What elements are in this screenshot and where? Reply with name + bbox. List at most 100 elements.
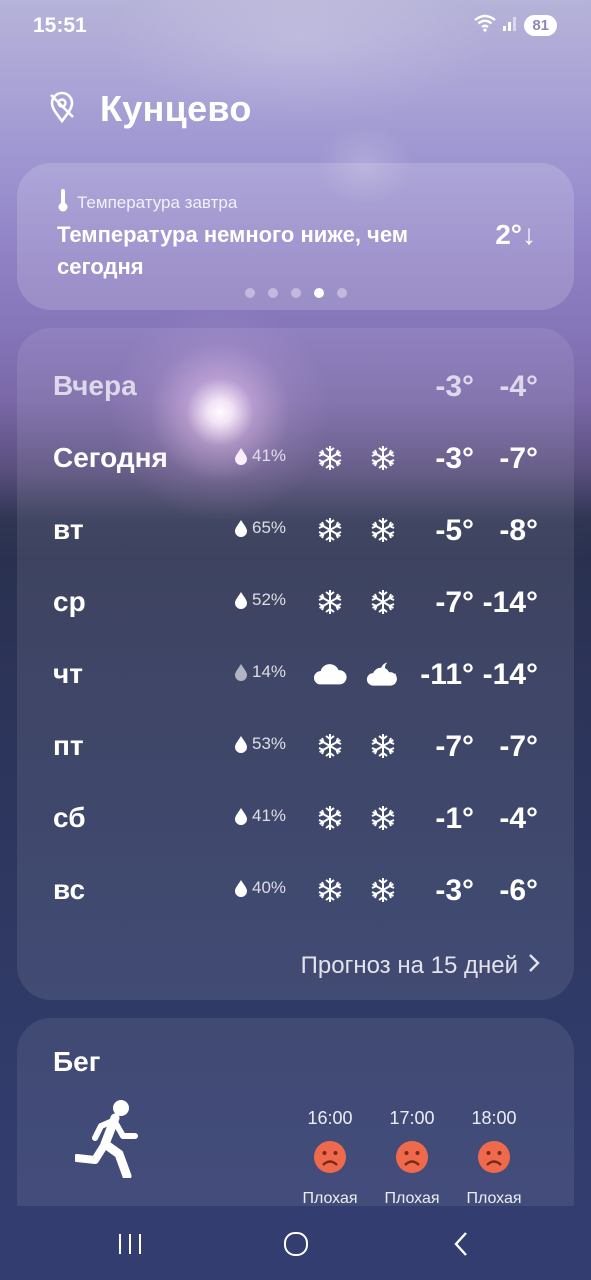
min-temp: -14° [482,586,538,619]
day-label: сб [53,802,86,833]
precip-value: 14% [252,662,287,681]
recent-apps-button[interactable] [110,1228,150,1260]
back-button[interactable] [441,1228,481,1260]
status-icons: 81 [474,14,557,37]
wifi-icon [474,14,497,37]
precip-chance: 53% [234,734,286,754]
max-temp: -11° [420,658,474,691]
forecast-row-wed[interactable]: ср 52% -7° -14° [17,584,574,624]
cloudy-night-icon [366,656,400,692]
precip-chance: 52% [234,590,286,610]
drop-icon [235,808,247,825]
snow-icon [313,512,347,548]
snow-icon [366,872,400,908]
drop-icon [235,736,247,753]
precip-value: 41% [252,446,287,465]
sad-face-icon [314,1141,346,1173]
snow-icon [366,440,400,476]
location-off-icon [48,91,76,128]
min-temp: -6° [499,874,538,907]
snow-icon [366,800,400,836]
chevron-right-icon [528,952,540,980]
location-name: Кунцево [100,88,252,129]
runner-icon [73,1098,145,1183]
page-dot [267,288,278,298]
max-temp: -3° [435,370,474,403]
sad-face-icon [478,1141,510,1173]
max-temp: -3° [435,442,474,475]
page-dot [244,288,255,298]
snow-icon [313,584,347,620]
day-label: пт [53,730,84,761]
snow-icon [313,800,347,836]
home-button[interactable] [276,1228,316,1260]
alert-label: Температура завтра [77,192,238,212]
snow-icon [313,440,347,476]
day-label: вс [53,874,86,905]
running-title: Бег [53,1046,101,1077]
precip-value: 41% [252,806,287,825]
battery-indicator: 81 [524,15,557,36]
forecast-row-fri[interactable]: пт 53% -7° -7° [17,728,574,768]
alert-text: Температура немного ниже, чем сегодня [57,222,409,279]
day-label: Сегодня [53,442,168,473]
min-temp: -4° [499,802,538,835]
drop-icon [235,880,247,897]
forecast-row-yesterday[interactable]: Вчера -3° -4° [17,368,574,408]
page-dot [290,288,301,298]
page-dot-active [313,288,324,298]
forecast-row-sun[interactable]: вс 40% -3° -6° [17,872,574,912]
max-temp: -3° [435,874,474,907]
snow-icon [313,728,347,764]
day-label: Вчера [53,370,137,401]
snow-icon [366,512,400,548]
day-label: вт [53,514,84,545]
tomorrow-temperature-card[interactable]: Температура завтра Температура немного н… [17,163,574,310]
min-temp: -14° [482,658,538,691]
forecast-row-thu[interactable]: чт 14% -11° -14° [17,656,574,696]
page-dot [336,288,347,298]
precip-value: 52% [252,590,287,609]
drop-icon [235,664,247,681]
cloud-icon [313,656,347,692]
drop-icon [235,520,247,537]
precip-chance: 40% [234,878,286,898]
status-time: 15:51 [33,14,87,37]
snow-icon [366,728,400,764]
daily-forecast-card: Вчера -3° -4° Сегодня 41% -3° -7° вт 65%… [17,328,574,1000]
precip-chance: 41% [234,806,286,826]
alert-label-row: Температура завтра [57,188,237,217]
min-temp: -7° [499,442,538,475]
more-label: Прогноз на 15 дней [300,952,518,979]
snow-icon [313,872,347,908]
status-bar: 15:51 81 [0,0,591,56]
day-label: ср [53,586,86,617]
drop-icon [235,448,247,465]
forecast-row-tue[interactable]: вт 65% -5° -8° [17,512,574,552]
max-temp: -1° [435,802,474,835]
sad-face-icon [396,1141,428,1173]
max-temp: -7° [435,730,474,763]
precip-chance: 65% [234,518,286,538]
run-slot-time: 18:00 [471,1108,517,1128]
precip-value: 40% [252,878,287,897]
thermometer-icon [57,188,69,217]
forecast-row-sat[interactable]: сб 41% -1° -4° [17,800,574,840]
page-indicator [17,288,574,298]
snow-icon [366,584,400,620]
forecast-row-today[interactable]: Сегодня 41% -3° -7° [17,440,574,480]
min-temp: -8° [499,514,538,547]
day-label: чт [53,658,83,689]
precip-value: 65% [252,518,287,537]
min-temp: -4° [499,370,538,403]
run-slot-time: 17:00 [389,1108,435,1128]
location-header[interactable]: Кунцево [48,88,252,130]
max-temp: -7° [435,586,474,619]
precip-value: 53% [252,734,287,753]
navigation-bar [0,1206,591,1280]
precip-chance: 14% [234,662,286,682]
min-temp: -7° [499,730,538,763]
precip-chance: 41% [234,446,286,466]
forecast-15-days-link[interactable]: Прогноз на 15 дней [301,952,540,980]
drop-icon [235,592,247,609]
